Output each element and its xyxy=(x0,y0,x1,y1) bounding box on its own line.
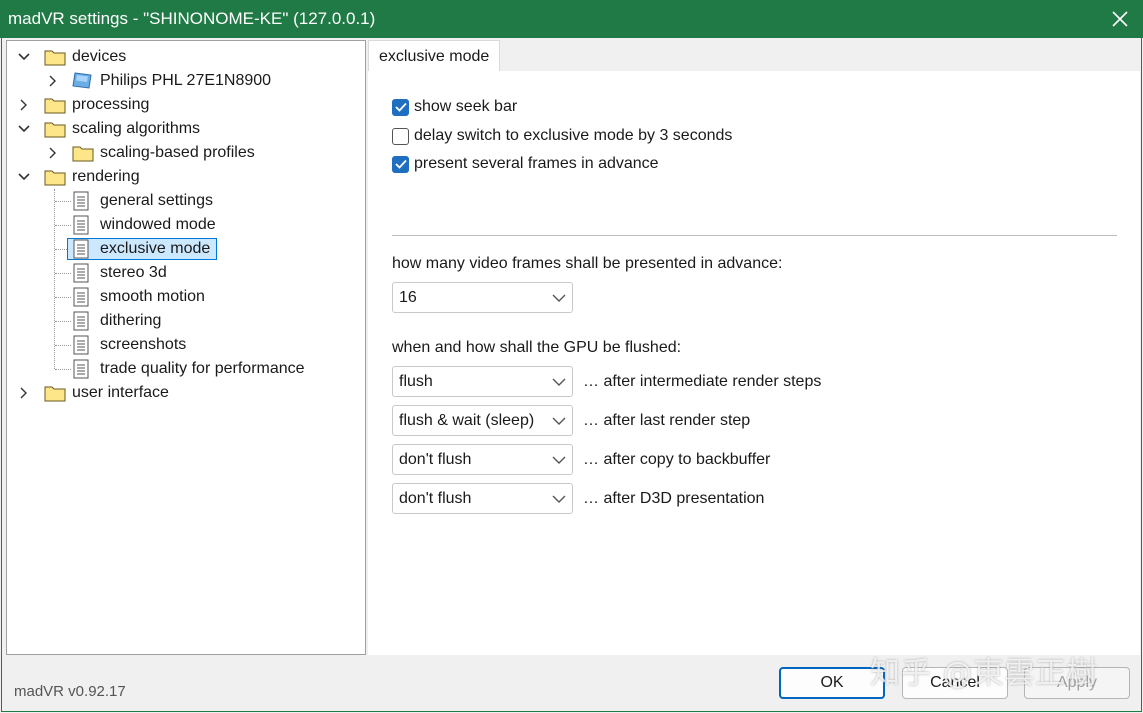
tree-item-label: windowed mode xyxy=(100,216,216,233)
folder-icon xyxy=(44,98,66,114)
flush-intermediate-description: … after intermediate render steps xyxy=(583,373,822,390)
settings-panel: show seek bar delay switch to exclusive … xyxy=(368,71,1140,655)
frames-count-label: how many video frames shall be presented… xyxy=(392,255,783,272)
flush-presentation-description: … after D3D presentation xyxy=(583,490,765,507)
chevron-right-icon[interactable] xyxy=(17,382,31,404)
delay-switch-option[interactable]: delay switch to exclusive mode by 3 seco… xyxy=(392,125,732,147)
tree-item-trade-quality[interactable]: trade quality for performance xyxy=(7,358,347,380)
flush-last-step-value: flush & wait (sleep) xyxy=(399,412,535,429)
title-bar: madVR settings - "SHINONOME-KE" (127.0.0… xyxy=(0,0,1143,38)
watermark: 知乎 @東雲正樹 xyxy=(870,656,1098,691)
tree-item-scaling-profiles[interactable]: scaling-based profiles xyxy=(7,142,337,164)
tree-item-label: stereo 3d xyxy=(100,264,167,281)
checkmark-icon xyxy=(394,102,407,112)
close-button[interactable] xyxy=(1097,0,1143,38)
tree-item-user-interface[interactable]: user interface xyxy=(7,382,307,404)
present-frames-option[interactable]: present several frames in advance xyxy=(392,153,659,175)
tree-item-general-settings[interactable]: general settings xyxy=(7,190,337,212)
gpu-flush-label: when and how shall the GPU be flushed: xyxy=(392,339,682,356)
show-seek-bar-label: show seek bar xyxy=(414,98,518,115)
tree-item-label: user interface xyxy=(72,384,169,401)
chevron-down-icon xyxy=(552,378,566,386)
tab-strip: exclusive mode xyxy=(368,40,1140,72)
flush-presentation-value: don't flush xyxy=(399,490,472,507)
chevron-right-icon[interactable] xyxy=(17,94,31,116)
tab-exclusive-mode[interactable]: exclusive mode xyxy=(368,40,501,72)
flush-backbuffer-select[interactable]: don't flush xyxy=(392,444,573,475)
settings-tree[interactable]: devices Philips PHL 27E1N8900 processing xyxy=(6,40,366,655)
tree-item-label: exclusive mode xyxy=(100,240,211,257)
flush-last-step-description: … after last render step xyxy=(583,412,751,429)
tree-item-devices[interactable]: devices xyxy=(7,46,307,68)
document-icon xyxy=(73,191,89,211)
show-seek-bar-checkbox[interactable] xyxy=(392,98,409,116)
tree-item-screenshots[interactable]: screenshots xyxy=(7,334,337,356)
tree-item-label: processing xyxy=(72,96,150,113)
flush-presentation-select[interactable]: don't flush xyxy=(392,483,573,514)
folder-icon xyxy=(44,386,66,402)
tree-item-label: smooth motion xyxy=(100,288,205,305)
close-icon xyxy=(1112,11,1128,27)
tree-item-scaling-algorithms[interactable]: scaling algorithms xyxy=(7,118,307,140)
folder-icon xyxy=(44,50,66,66)
document-icon xyxy=(73,311,89,331)
document-icon xyxy=(73,263,89,283)
tree-item-label: scaling algorithms xyxy=(72,120,201,137)
flush-backbuffer-value: don't flush xyxy=(399,451,472,468)
chevron-down-icon[interactable] xyxy=(17,166,31,188)
tree-item-smooth-motion[interactable]: smooth motion xyxy=(7,286,337,308)
tree-item-label: dithering xyxy=(100,312,162,329)
chevron-down-icon xyxy=(552,456,566,464)
document-icon xyxy=(73,239,89,259)
checkmark-icon xyxy=(394,159,407,169)
delay-switch-checkbox[interactable] xyxy=(392,127,409,145)
tree-item-rendering[interactable]: rendering xyxy=(7,166,307,188)
window-title: madVR settings - "SHINONOME-KE" (127.0.0… xyxy=(8,9,376,28)
flush-intermediate-value: flush xyxy=(399,373,433,390)
folder-icon xyxy=(44,122,66,138)
chevron-right-icon[interactable] xyxy=(46,142,60,164)
flush-backbuffer-description: … after copy to backbuffer xyxy=(583,451,771,468)
chevron-down-icon[interactable] xyxy=(17,46,31,68)
tree-item-monitor[interactable]: Philips PHL 27E1N8900 xyxy=(7,70,337,92)
tree-item-exclusive-mode[interactable]: exclusive mode xyxy=(7,238,337,260)
version-label: madVR v0.92.17 xyxy=(14,683,126,700)
flush-intermediate-select[interactable]: flush xyxy=(392,366,573,397)
tree-item-label: general settings xyxy=(100,192,213,209)
chevron-down-icon xyxy=(552,294,566,302)
chevron-down-icon[interactable] xyxy=(17,118,31,140)
document-icon xyxy=(73,215,89,235)
dialog-body: devices Philips PHL 27E1N8900 processing xyxy=(1,38,1142,712)
tree-item-stereo-3d[interactable]: stereo 3d xyxy=(7,262,337,284)
chevron-down-icon xyxy=(552,417,566,425)
separator xyxy=(392,235,1117,236)
chevron-down-icon xyxy=(552,495,566,503)
chevron-right-icon[interactable] xyxy=(46,70,60,92)
monitor-icon xyxy=(72,72,92,89)
tree-item-label: screenshots xyxy=(100,336,187,353)
folder-icon xyxy=(44,170,66,186)
tree-item-label: Philips PHL 27E1N8900 xyxy=(100,72,272,89)
frames-count-value: 16 xyxy=(399,289,417,306)
delay-switch-label: delay switch to exclusive mode by 3 seco… xyxy=(414,127,733,144)
tree-item-label: scaling-based profiles xyxy=(100,144,255,161)
document-icon xyxy=(73,359,89,379)
tree-item-dithering[interactable]: dithering xyxy=(7,310,337,332)
show-seek-bar-option[interactable]: show seek bar xyxy=(392,96,517,118)
folder-icon xyxy=(72,146,94,162)
tree-item-label: trade quality for performance xyxy=(100,360,305,377)
document-icon xyxy=(73,335,89,355)
document-icon xyxy=(73,287,89,307)
tree-item-label: rendering xyxy=(72,168,140,185)
present-frames-checkbox[interactable] xyxy=(392,155,409,173)
present-frames-label: present several frames in advance xyxy=(414,155,659,172)
frames-count-select[interactable]: 16 xyxy=(392,282,573,313)
tree-item-windowed-mode[interactable]: windowed mode xyxy=(7,214,337,236)
flush-last-step-select[interactable]: flush & wait (sleep) xyxy=(392,405,573,436)
tree-item-label: devices xyxy=(72,48,127,65)
tree-item-processing[interactable]: processing xyxy=(7,94,307,116)
